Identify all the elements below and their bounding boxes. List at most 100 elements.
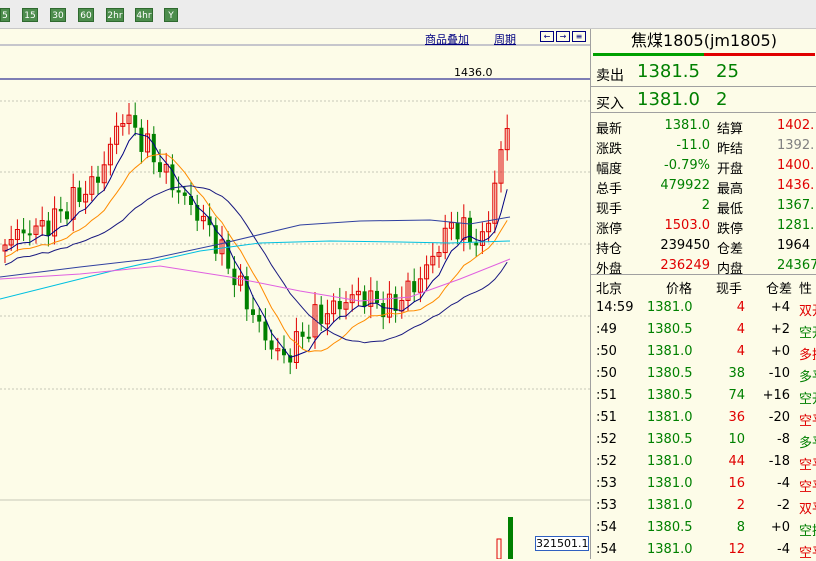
tick-time: :50 [596, 344, 617, 359]
menu-icon[interactable]: ≡ [572, 31, 586, 42]
tick-oi-change: +2 [770, 322, 790, 337]
candlestick-chart[interactable] [0, 29, 590, 559]
tick-time: :50 [596, 366, 617, 381]
stats-row: 最新 1381.0 结算 1402. [591, 115, 816, 137]
tick-price: 1380.5 [647, 322, 693, 337]
bid-label: 买入 [596, 96, 624, 112]
stats-value: 1964 [777, 238, 811, 253]
tick-time: :54 [596, 542, 617, 557]
candle-body [77, 187, 82, 202]
volume-bar [508, 517, 513, 559]
zoom-out-icon[interactable]: ← [540, 31, 554, 42]
tick-row[interactable]: :51 1381.0 36 -20 空平 [591, 407, 816, 429]
tick-time: 14:59 [596, 300, 634, 315]
quote-panel: 焦煤1805(jm1805) 卖出 1381.5 25 买入 1381.0 2 … [590, 29, 816, 561]
tick-time: :53 [596, 476, 617, 491]
period-button-year[interactable]: Y [164, 8, 178, 22]
stats-value: 1402. [777, 118, 815, 133]
period-toolbar: 5 15 30 60 2hr 4hr Y [0, 0, 816, 29]
stats-value: 24367 [777, 258, 816, 273]
candle-body [232, 268, 237, 286]
period-button-30[interactable]: 30 [50, 8, 66, 22]
tick-time: :49 [596, 322, 617, 337]
tick-price: 1381.0 [647, 498, 693, 513]
tick-volume: 8 [736, 520, 745, 535]
tick-row[interactable]: :49 1380.5 4 +2 空开 [591, 319, 816, 341]
candle-body [46, 220, 51, 236]
tick-oi-change: +0 [770, 344, 790, 359]
tick-type: 多平 [799, 436, 816, 451]
ask-volume: 25 [716, 61, 739, 82]
tick-oi-change: -4 [777, 476, 790, 491]
ma20-line [4, 185, 508, 344]
tick-volume: 10 [728, 432, 745, 447]
tick-price: 1381.0 [647, 344, 693, 359]
tick-price: 1381.0 [647, 454, 693, 469]
tick-row[interactable]: 14:59 1381.0 4 +4 双开 [591, 297, 816, 319]
tick-volume: 4 [736, 300, 745, 315]
candle-body [263, 321, 268, 341]
overlay-commodity-link[interactable]: 商品叠加 [425, 31, 469, 47]
period-button-2hr[interactable]: 2hr [106, 8, 124, 22]
stats-row: 外盘 236249 内盘 24367 [591, 255, 816, 277]
period-button-15[interactable]: 15 [22, 8, 38, 22]
stats-row: 涨跌 -11.0 昨结 1392. [591, 135, 816, 157]
tick-volume: 74 [728, 388, 745, 403]
tick-time: :51 [596, 410, 617, 425]
stats-value: 236249 [660, 258, 710, 273]
candle-body [337, 300, 342, 310]
kline-chart[interactable]: 商品叠加 周期 ← → ≡ 1436.0 321501.1 [0, 29, 590, 559]
candle-body [319, 304, 324, 324]
tick-time: :52 [596, 432, 617, 447]
tick-row[interactable]: :53 1381.0 16 -4 空平 [591, 473, 816, 495]
tick-row[interactable]: :50 1380.5 38 -10 多平 [591, 363, 816, 385]
tick-price: 1380.5 [647, 520, 693, 535]
stats-value: -0.79% [664, 158, 710, 173]
candle-body [158, 162, 162, 173]
tick-price: 1380.5 [647, 388, 693, 403]
ma10-line [4, 153, 508, 353]
tick-type: 空开 [799, 392, 816, 407]
tick-type: 空平 [799, 414, 816, 429]
candle-body [288, 355, 293, 363]
tick-oi-change: +0 [770, 520, 790, 535]
tick-row[interactable]: :54 1381.0 12 -4 空平 [591, 539, 816, 561]
candle-body [474, 242, 479, 246]
period-button-5[interactable]: 5 [0, 8, 10, 22]
tick-type: 双平 [799, 502, 816, 517]
ask-label: 卖出 [596, 68, 624, 84]
tick-type: 空开 [799, 326, 816, 341]
ma-long-line [0, 216, 511, 278]
candle-body [257, 314, 262, 322]
bid-row: 买入 1381.0 2 [591, 87, 816, 114]
divider [591, 112, 816, 113]
tick-oi-change: +4 [770, 300, 790, 315]
volume-bar [496, 538, 502, 559]
tick-volume: 38 [728, 366, 745, 381]
period-button-60[interactable]: 60 [78, 8, 94, 22]
candle-body [133, 115, 138, 128]
period-button-4hr[interactable]: 4hr [135, 8, 153, 22]
tick-row[interactable]: :52 1381.0 44 -18 空平 [591, 451, 816, 473]
candle-body [176, 190, 181, 193]
candle-body [393, 294, 398, 311]
tick-time: :53 [596, 498, 617, 513]
zoom-in-icon[interactable]: → [556, 31, 570, 42]
ticks-header: 北京 价格 现手 仓差 性 [591, 275, 816, 297]
candle-body [362, 291, 367, 307]
candle-body [375, 290, 379, 304]
tick-row[interactable]: :51 1380.5 74 +16 空开 [591, 385, 816, 407]
quote-color-bar [593, 53, 815, 56]
candle-body [269, 340, 274, 350]
ticks-header-oi-change: 仓差 [765, 282, 792, 297]
tick-volume: 4 [736, 322, 745, 337]
tick-row[interactable]: :54 1380.5 8 +0 空换 [591, 517, 816, 539]
tick-row[interactable]: :53 1381.0 2 -2 双平 [591, 495, 816, 517]
candle-body [27, 233, 32, 236]
stats-value: 1381.0 [664, 118, 711, 133]
tick-row[interactable]: :52 1380.5 10 -8 多平 [591, 429, 816, 451]
candle-body [300, 331, 305, 337]
tick-row[interactable]: :50 1381.0 4 +0 多换 [591, 341, 816, 363]
period-link[interactable]: 周期 [494, 31, 516, 47]
bid-volume: 2 [716, 89, 728, 110]
